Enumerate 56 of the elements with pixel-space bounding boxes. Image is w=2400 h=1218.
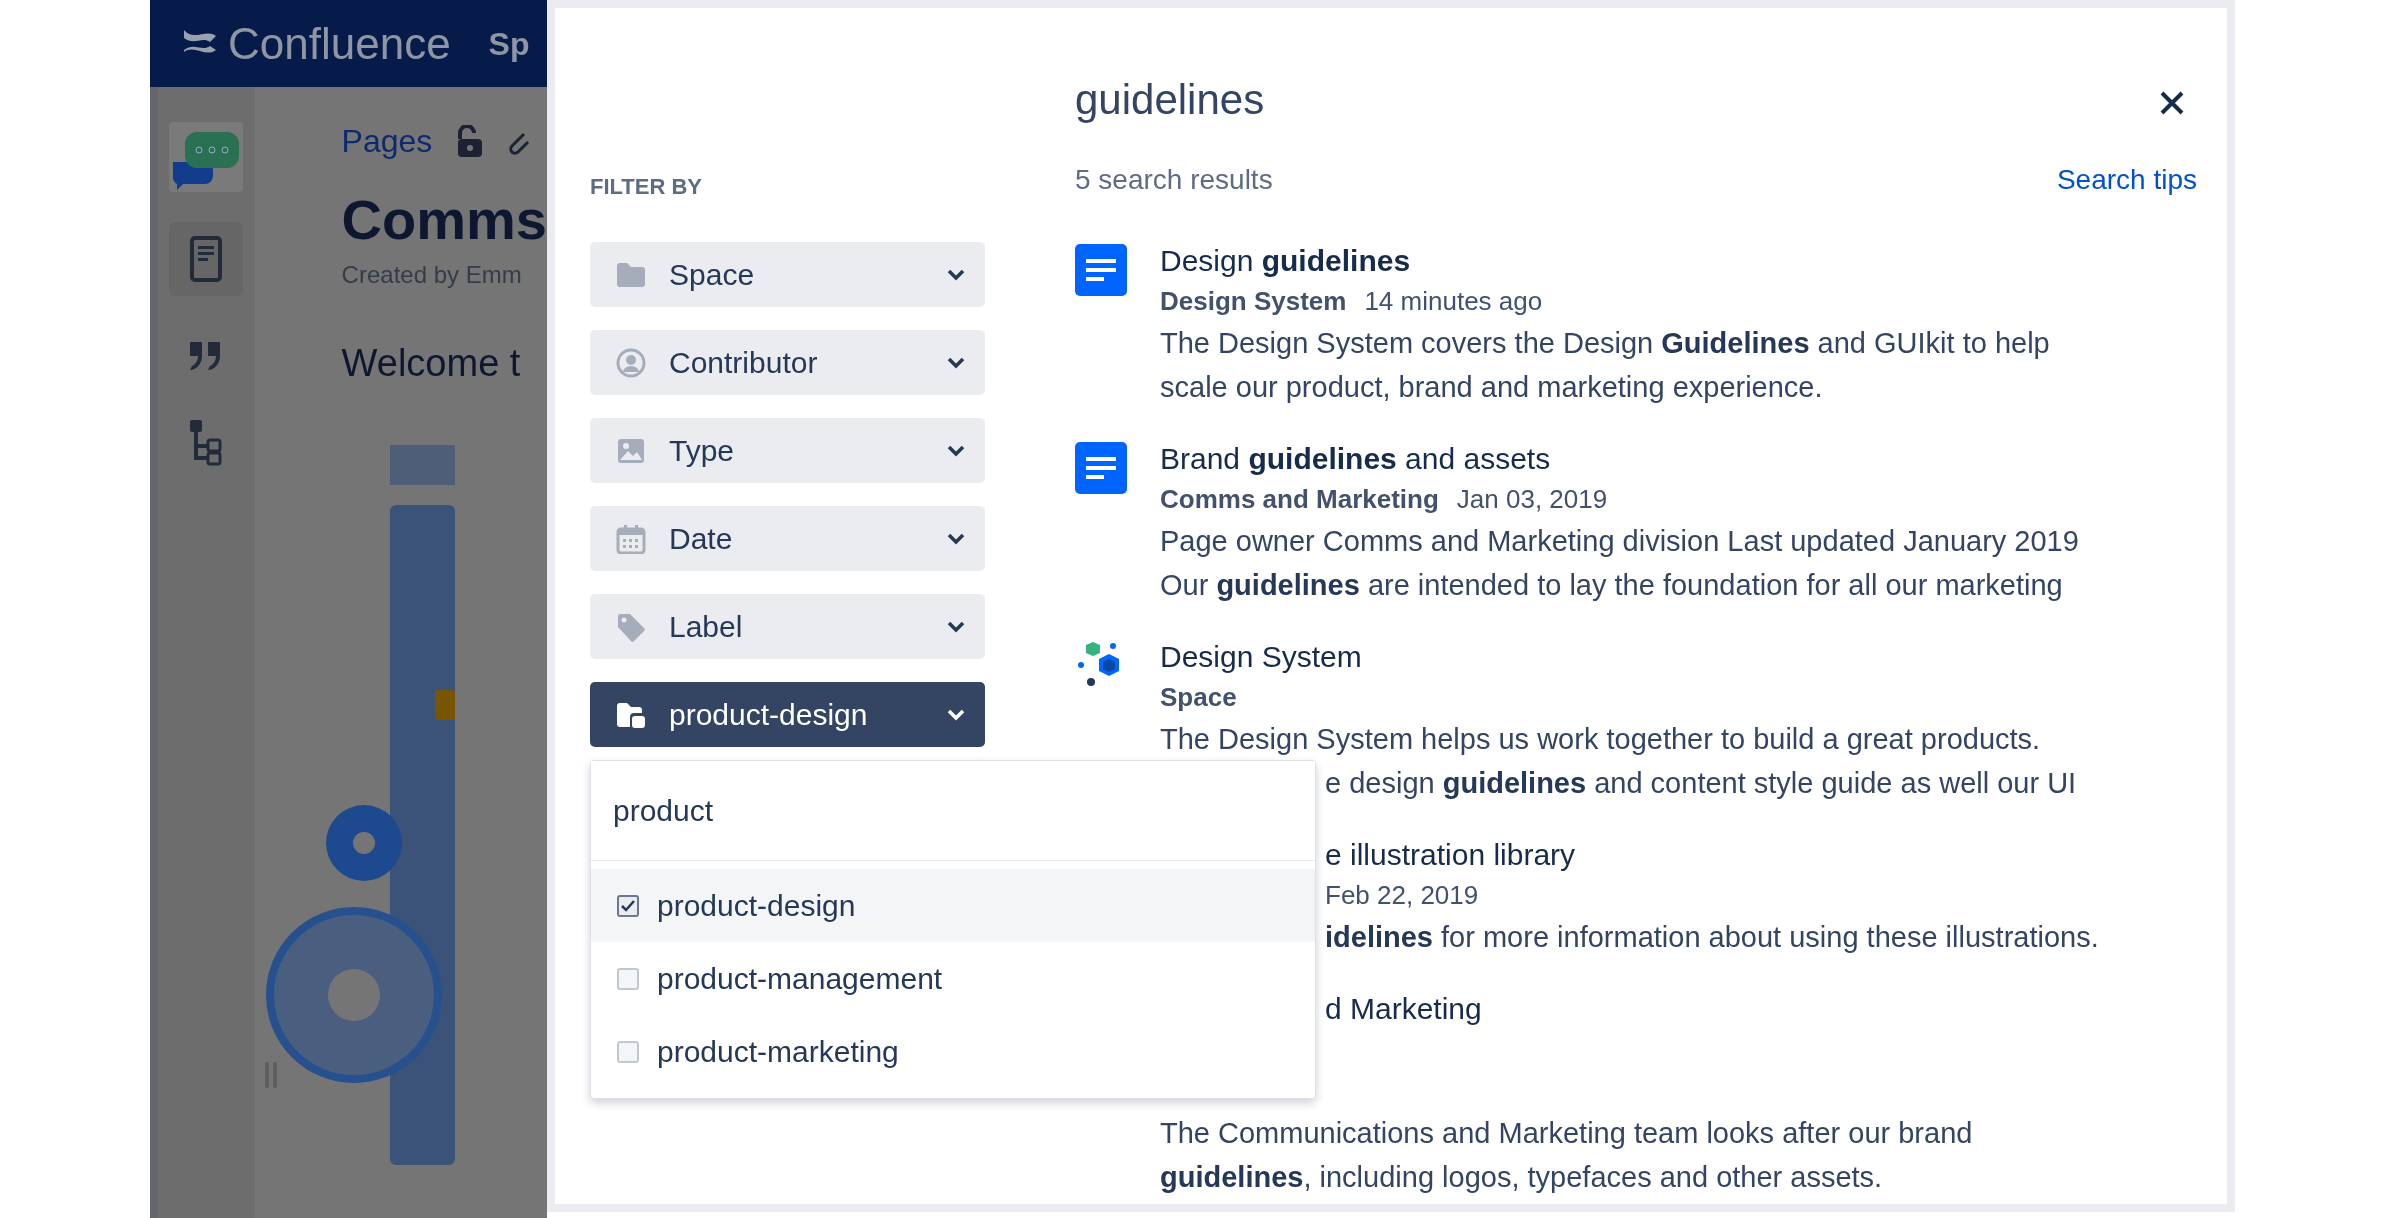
checkbox[interactable]: [617, 967, 639, 990]
result-count: 5 search results: [1075, 163, 1273, 197]
chevron-down-icon: [947, 532, 965, 545]
search-tips-link[interactable]: Search tips: [2056, 159, 2197, 201]
result-time: Feb 22, 2019: [1325, 878, 1479, 912]
search-field[interactable]: product: [591, 761, 1315, 861]
chevron-down-icon: [947, 620, 965, 633]
result-space: Space: [1160, 680, 1237, 714]
nav-item[interactable]: Sp: [488, 19, 530, 68]
close-icon: [2159, 90, 2185, 116]
result-title[interactable]: Design guidelines: [1160, 241, 2050, 281]
checkbox-option[interactable]: product-management: [591, 942, 1315, 1015]
filter-dropdown[interactable]: Contributor: [590, 330, 985, 395]
chat-bubbles-icon: [169, 122, 244, 192]
filter-dropdown[interactable]: Label: [590, 594, 985, 659]
chevron-down-icon: [947, 708, 965, 721]
result-snippet: The Design System covers the Design Guidelines and GUIkit to help: [1160, 326, 2050, 361]
result-title[interactable]: Design System: [1160, 637, 2077, 677]
page-title: Comms: [341, 187, 547, 253]
document-icon: [1075, 442, 1127, 494]
result-snippet: Page owner Comms and Marketing division Last updated January 2019: [1160, 524, 2079, 559]
result-snippet: The Communications and Marketing team looks after our brand: [1160, 1116, 1973, 1151]
tree-icon: [190, 420, 223, 466]
result-snippet: Our guidelines are intended to lay the foundation for all our marketing: [1160, 568, 2064, 603]
filter-heading: FILTER BY: [590, 173, 704, 200]
document-icon: [1075, 244, 1127, 296]
person-icon: [615, 347, 647, 378]
filter-dropdown[interactable]: Type: [590, 418, 985, 483]
page-byline: Created by Emm: [341, 260, 523, 290]
chevron-down-icon: [947, 268, 965, 281]
checkbox[interactable]: [617, 894, 639, 917]
product-name: Confluence: [228, 17, 451, 70]
page-icon: [190, 236, 223, 282]
chevron-down-icon: [947, 444, 965, 457]
filter-dropdown[interactable]: product-design: [590, 682, 985, 747]
tag-icon: [615, 611, 647, 642]
filter-dropdown[interactable]: Date: [590, 506, 985, 571]
check-icon: [621, 899, 635, 912]
result-title[interactable]: Brand guidelines and assets: [1160, 439, 2079, 479]
result-time: Jan 03, 2019: [1456, 482, 1608, 516]
result-snippet: guidelines, including logos, typefaces and other assets.: [1160, 1160, 1884, 1195]
result-snippet: e design guidelines and content style guide as well our UI: [1324, 766, 2077, 801]
result-space: Comms and Marketing: [1160, 482, 1439, 516]
result-time: 14 minutes ago: [1364, 284, 1543, 318]
checkbox[interactable]: [617, 1040, 639, 1063]
result-snippet: The Design System helps us work together to build a great products.: [1160, 722, 2042, 757]
page-heading: Welcome t: [341, 341, 522, 386]
result-snippet: idelines for more information about using these illustrations.: [1324, 920, 2099, 955]
calendar-icon: [615, 523, 647, 554]
checkbox-option[interactable]: product-marketing: [591, 1015, 1315, 1088]
filter-dropdown[interactable]: Space: [590, 242, 985, 307]
sidebar-item[interactable]: [169, 222, 244, 296]
search-query: guidelines: [1075, 75, 1265, 125]
result-snippet: scale our product, brand and marketing experience.: [1160, 370, 1824, 405]
result-space: Design System: [1160, 284, 1347, 318]
chevron-down-icon: [947, 356, 965, 369]
